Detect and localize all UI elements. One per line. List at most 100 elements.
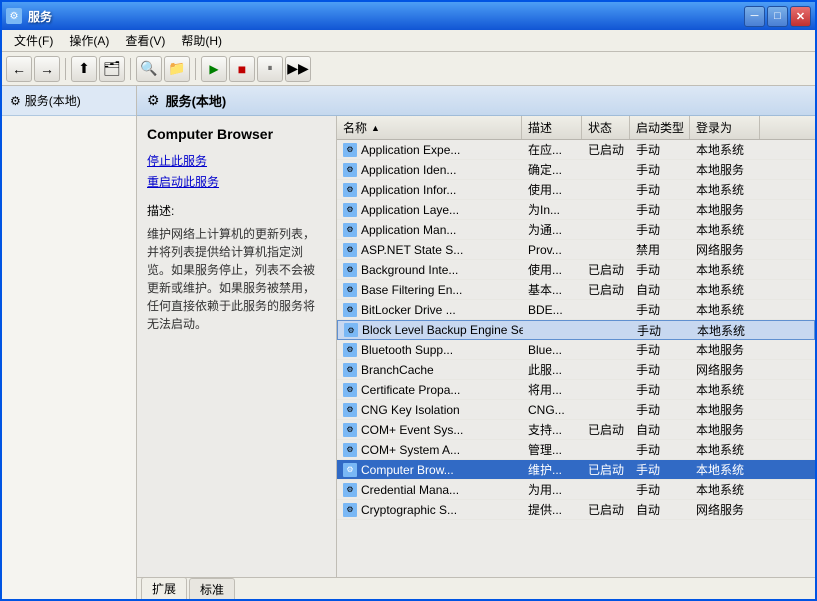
play-button[interactable]: ▶ — [201, 56, 227, 82]
description-label: 描述: — [147, 202, 326, 219]
service-logon: 本地系统 — [690, 441, 760, 458]
col-header-name[interactable]: 名称 ▲ — [337, 116, 522, 139]
table-row[interactable]: ⚙ Application Infor... 使用... 手动 本地系统 — [337, 180, 815, 200]
service-logon: 本地服务 — [690, 161, 760, 178]
services-table: 名称 ▲ 描述 状态 启动类型 登录为 — [337, 116, 815, 577]
service-icon: ⚙ — [343, 483, 357, 497]
service-desc: CNG... — [522, 403, 582, 417]
stop-button[interactable]: ■ — [229, 56, 255, 82]
up-button[interactable]: ⬆ — [71, 56, 97, 82]
title-bar-left: ⚙ 服务 — [6, 8, 52, 25]
service-name: Credential Mana... — [361, 483, 459, 497]
table-row[interactable]: ⚙ Application Iden... 确定... 手动 本地服务 — [337, 160, 815, 180]
col-header-status[interactable]: 状态 — [582, 116, 630, 139]
service-logon: 本地服务 — [690, 401, 760, 418]
service-icon: ⚙ — [343, 343, 357, 357]
service-desc: 将用... — [522, 381, 582, 398]
pause-button[interactable]: ⏸ — [257, 56, 283, 82]
table-row[interactable]: ⚙ Cryptographic S... 提供... 已启动 自动 网络服务 — [337, 500, 815, 520]
table-row[interactable]: ⚙ Block Level Backup Engine Service 手动 本… — [337, 320, 815, 340]
table-row[interactable]: ⚙ Credential Mana... 为用... 手动 本地系统 — [337, 480, 815, 500]
minimize-button[interactable]: ─ — [744, 6, 765, 27]
window-icon: ⚙ — [6, 8, 22, 24]
table-row[interactable]: ⚙ BitLocker Drive ... BDE... 手动 本地系统 — [337, 300, 815, 320]
table-row[interactable]: ⚙ ASP.NET State S... Prov... 禁用 网络服务 — [337, 240, 815, 260]
service-startup: 自动 — [630, 421, 690, 438]
col-header-desc[interactable]: 描述 — [522, 116, 582, 139]
selected-service-name: Computer Browser — [147, 126, 326, 142]
service-icon: ⚙ — [343, 223, 357, 237]
service-startup: 手动 — [630, 201, 690, 218]
service-logon: 网络服务 — [690, 361, 760, 378]
service-name: ASP.NET State S... — [361, 243, 463, 257]
service-name: Application Laye... — [361, 203, 459, 217]
service-icon: ⚙ — [343, 503, 357, 517]
content-split: Computer Browser 停止此服务 重启动此服务 描述: 维护网络上计… — [137, 116, 815, 577]
stop-service-link[interactable]: 停止此服务 — [147, 152, 326, 169]
sidebar-title[interactable]: 服务(本地) — [25, 92, 81, 109]
service-icon: ⚙ — [343, 243, 357, 257]
close-button[interactable]: ✕ — [790, 6, 811, 27]
col-header-startup[interactable]: 启动类型 — [630, 116, 690, 139]
table-row[interactable]: ⚙ BranchCache 此服... 手动 网络服务 — [337, 360, 815, 380]
table-row[interactable]: ⚙ Certificate Propa... 将用... 手动 本地系统 — [337, 380, 815, 400]
table-row[interactable]: ⚙ Background Inte... 使用... 已启动 手动 本地系统 — [337, 260, 815, 280]
restart-service-link[interactable]: 重启动此服务 — [147, 173, 326, 190]
back-button[interactable]: ← — [6, 56, 32, 82]
menu-file[interactable]: 文件(F) — [6, 30, 61, 51]
service-status: 已启动 — [582, 281, 630, 298]
restart-button[interactable]: ▶▶ — [285, 56, 311, 82]
tab-expand[interactable]: 扩展 — [141, 577, 187, 599]
table-row[interactable]: ⚙ Computer Brow... 维护... 已启动 手动 本地系统 — [337, 460, 815, 480]
service-icon: ⚙ — [343, 423, 357, 437]
folder-button[interactable]: 📁 — [164, 56, 190, 82]
table-row[interactable]: ⚙ COM+ System A... 管理... 手动 本地系统 — [337, 440, 815, 460]
menu-view[interactable]: 查看(V) — [117, 30, 173, 51]
panel-header-icon: ⚙ — [147, 92, 160, 109]
service-startup: 手动 — [630, 381, 690, 398]
service-logon: 本地系统 — [690, 261, 760, 278]
service-logon: 本地系统 — [690, 181, 760, 198]
menu-bar: 文件(F) 操作(A) 查看(V) 帮助(H) — [2, 30, 815, 52]
table-row[interactable]: ⚙ Application Man... 为通... 手动 本地系统 — [337, 220, 815, 240]
service-desc: 管理... — [522, 441, 582, 458]
service-startup: 手动 — [630, 301, 690, 318]
tab-standard[interactable]: 标准 — [189, 578, 235, 600]
service-icon: ⚙ — [343, 183, 357, 197]
service-status: 已启动 — [582, 261, 630, 278]
maximize-button[interactable]: □ — [767, 6, 788, 27]
service-desc: 使用... — [522, 261, 582, 278]
service-name: Application Man... — [361, 223, 456, 237]
main-content: ⚙ 服务(本地) ⚙ 服务(本地) Computer Browser 停止此服务… — [2, 86, 815, 599]
forward-button[interactable]: → — [34, 56, 60, 82]
service-logon: 本地系统 — [691, 322, 761, 339]
service-desc: 使用... — [522, 181, 582, 198]
table-row[interactable]: ⚙ CNG Key Isolation CNG... 手动 本地服务 — [337, 400, 815, 420]
service-desc: Blue... — [522, 343, 582, 357]
service-startup: 手动 — [630, 401, 690, 418]
service-name: CNG Key Isolation — [361, 403, 460, 417]
service-icon: ⚙ — [343, 383, 357, 397]
search-button[interactable]: 🔍 — [136, 56, 162, 82]
show-hide-button[interactable]: 🗂 — [99, 56, 125, 82]
table-row[interactable]: ⚙ COM+ Event Sys... 支持... 已启动 自动 本地服务 — [337, 420, 815, 440]
table-row[interactable]: ⚙ Application Expe... 在应... 已启动 手动 本地系统 — [337, 140, 815, 160]
service-startup: 手动 — [630, 181, 690, 198]
menu-action[interactable]: 操作(A) — [61, 30, 117, 51]
menu-help[interactable]: 帮助(H) — [173, 30, 230, 51]
service-name: Bluetooth Supp... — [361, 343, 453, 357]
service-icon: ⚙ — [343, 143, 357, 157]
service-icon: ⚙ — [343, 263, 357, 277]
table-row[interactable]: ⚙ Bluetooth Supp... Blue... 手动 本地服务 — [337, 340, 815, 360]
service-status: 已启动 — [582, 141, 630, 158]
title-buttons: ─ □ ✕ — [744, 6, 811, 27]
sidebar-header: ⚙ 服务(本地) — [2, 86, 136, 116]
table-row[interactable]: ⚙ Base Filtering En... 基本... 已启动 自动 本地系统 — [337, 280, 815, 300]
info-panel: Computer Browser 停止此服务 重启动此服务 描述: 维护网络上计… — [137, 116, 337, 577]
col-header-logon[interactable]: 登录为 — [690, 116, 760, 139]
sidebar-icon: ⚙ — [10, 94, 21, 108]
service-startup: 手动 — [630, 261, 690, 278]
window-title: 服务 — [28, 8, 52, 25]
table-row[interactable]: ⚙ Application Laye... 为In... 手动 本地服务 — [337, 200, 815, 220]
service-logon: 本地服务 — [690, 201, 760, 218]
